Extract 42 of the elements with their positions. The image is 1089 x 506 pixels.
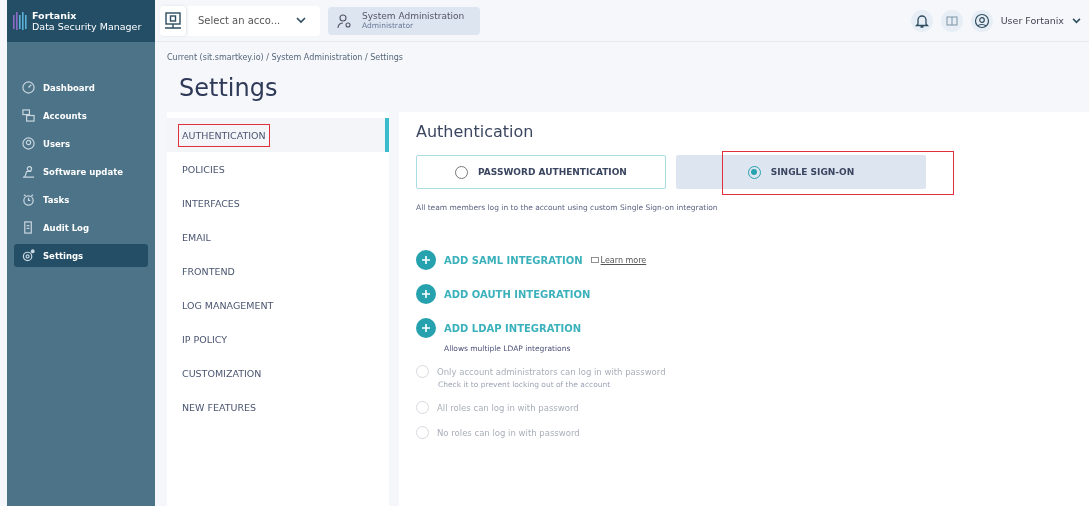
page-title: Settings [179,74,279,102]
user-name[interactable]: User Fortanix [1000,15,1064,26]
sidebar-item[interactable]: Users [14,132,148,155]
document-icon [22,221,35,234]
book-icon[interactable] [940,9,963,32]
chevron-down-icon [296,17,306,24]
auth-mode-option[interactable]: PASSWORD AUTHENTICATION [416,155,666,189]
bell-icon[interactable] [910,9,933,32]
auth-mode-option[interactable]: SINGLE SIGN-ON [676,155,926,189]
squares-icon [22,109,35,122]
learn-more-link[interactable]: Learn more [590,255,647,265]
context-title: System Administration [362,11,465,21]
user-gear-icon [336,12,352,29]
monitor-icon [164,11,182,30]
option-label: SINGLE SIGN-ON [770,167,855,177]
option-label: All roles can log in with password [437,402,579,413]
chevron-down-icon[interactable] [1072,17,1081,24]
plus-icon [416,250,436,270]
sidebar-item[interactable]: Settings [14,244,148,267]
option-label: PASSWORD AUTHENTICATION [478,167,627,177]
sidebar-item[interactable]: Tasks [14,188,148,211]
sidebar-item[interactable]: Audit Log [14,216,148,239]
person-icon [22,165,35,178]
clock-icon [22,193,35,206]
plus-icon [416,284,436,304]
option-label: Only account administrators can log in with password [437,366,666,377]
section-title: Authentication [416,122,535,141]
logo-icon [13,10,27,32]
settings-tab[interactable]: AUTHENTICATION [167,118,389,152]
user-icon [22,137,35,150]
sidebar-item[interactable]: Dashboard [14,76,148,99]
gauge-icon [22,81,35,94]
sidebar-item[interactable]: Software update [14,160,148,183]
avatar-icon[interactable] [970,9,993,32]
product-name: Data Security Manager [32,21,142,32]
plus-icon [416,318,436,338]
account-select[interactable]: Select an acco... [160,5,320,36]
brand-name: Fortanix [32,10,78,21]
option-label: No roles can log in with password [437,427,580,438]
gear-icon [22,249,35,262]
breadcrumb: Current (sit.smartkey.io) / System Administration / Settings [167,53,404,62]
sidebar-item[interactable]: Accounts [14,104,148,127]
